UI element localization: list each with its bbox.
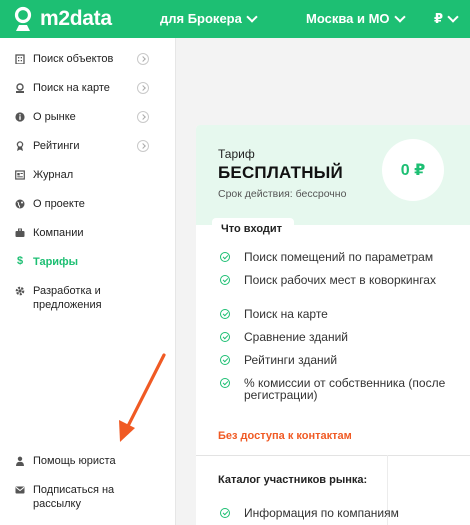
includes-tab: Что входит [212, 218, 295, 240]
city-dropdown[interactable]: Москва и МО [306, 10, 406, 26]
top-header: m2data для Брокера Москва и МО ₽ [0, 0, 470, 38]
sidebar-item-label: Подписаться на рассылку [33, 484, 115, 510]
tariff-card: Тариф БЕСПЛАТНЫЙ Срок действия: бессрочн… [196, 125, 470, 525]
check-circle-icon [220, 355, 230, 365]
chevron-down-icon [246, 10, 258, 23]
sidebar-item-label: Поиск на карте [33, 82, 110, 94]
tariff-term: Срок действия: бессрочно [218, 188, 347, 200]
chevron-right-icon[interactable] [137, 140, 149, 152]
award-icon [15, 141, 25, 151]
sidebar-item-label: Тарифы [33, 256, 79, 268]
check-circle-icon [220, 378, 230, 388]
tariff-card-header: Тариф БЕСПЛАТНЫЙ Срок действия: бессрочн… [196, 125, 470, 225]
audience-label: для Брокера [160, 11, 242, 26]
tariff-price: 0 ₽ [382, 139, 444, 201]
catalog-title: Каталог участников рынка: [218, 474, 368, 486]
sidebar-item-label: Поиск объектов [33, 53, 114, 65]
chevron-right-icon[interactable] [137, 53, 149, 65]
sidebar-item-label: Компании [33, 227, 84, 239]
sidebar-item-label: О рынке [33, 111, 76, 123]
briefcase-icon [15, 228, 25, 238]
lawyer-icon [15, 456, 25, 466]
check-circle-icon [220, 252, 230, 262]
city-label: Москва и МО [306, 11, 390, 26]
check-circle-icon [220, 332, 230, 342]
audience-dropdown[interactable]: для Брокера [160, 10, 258, 26]
logo-text: m2data [40, 7, 112, 30]
sidebar: Поиск объектов Поиск на карте О рынке Ре… [0, 38, 176, 525]
no-contacts-notice: Без доступа к контактам [218, 430, 352, 442]
sidebar-item-label: Журнал [33, 169, 74, 181]
sidebar-item-label: О проекте [33, 198, 85, 210]
currency-dropdown[interactable]: ₽ [434, 11, 459, 27]
dollar-icon: $ [16, 255, 24, 267]
mail-icon [15, 485, 25, 495]
check-circle-icon [220, 508, 230, 518]
chevron-down-icon [447, 11, 459, 23]
tariff-label: Тариф [218, 147, 255, 161]
sidebar-item-label: Рейтинги [33, 140, 80, 152]
sidebar-item-label: Разработка и предложения [33, 285, 102, 311]
logo-pin-icon [13, 6, 33, 32]
chevron-right-icon[interactable] [137, 82, 149, 94]
chevron-right-icon[interactable] [137, 111, 149, 123]
globe-icon [15, 199, 25, 209]
logo[interactable]: m2data [13, 6, 112, 32]
check-circle-icon [220, 275, 230, 285]
section-divider [196, 455, 470, 456]
journal-icon [15, 170, 25, 180]
sidebar-item-label: Помощь юриста [33, 455, 116, 467]
gear-icon [15, 286, 25, 296]
building-icon [15, 54, 25, 65]
map-pin-icon [15, 83, 25, 93]
chevron-down-icon [393, 10, 406, 23]
tariff-name: БЕСПЛАТНЫЙ [218, 163, 343, 182]
currency-label: ₽ [434, 11, 444, 26]
annotation-arrow [119, 353, 166, 442]
check-circle-icon [220, 309, 230, 319]
info-icon [15, 112, 25, 122]
